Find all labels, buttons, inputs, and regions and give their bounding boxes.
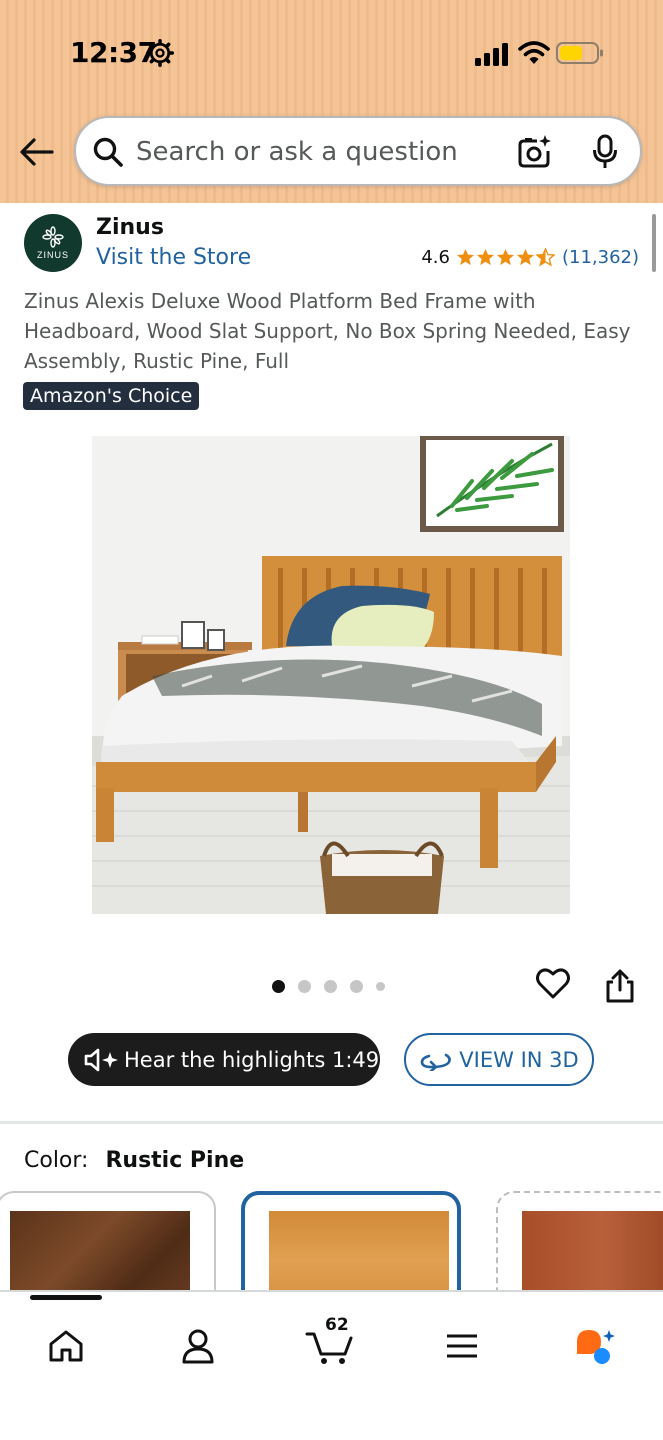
selected-color: Rustic Pine [105,1148,245,1173]
carousel-dot[interactable] [272,980,285,993]
visit-store-link[interactable]: Visit the Store [96,245,251,270]
nav-account[interactable] [168,1320,228,1372]
brand-logo[interactable]: ZINUS [24,214,82,272]
amazons-choice-badge[interactable]: Amazon's Choice [23,382,200,410]
view-in-3d-label: VIEW IN 3D [459,1047,579,1072]
scroll-indicator [652,214,656,272]
star-full-icon [456,248,475,266]
rating-stars [456,248,556,267]
battery-icon [556,42,603,64]
image-carousel-dots[interactable] [272,980,398,993]
audio-sparkle-icon [84,1048,118,1071]
home-icon [49,1330,83,1362]
rotate-3d-icon [420,1053,452,1071]
carousel-dot[interactable] [298,980,311,993]
color-label: Color: [24,1148,89,1173]
section-divider [0,1121,663,1124]
product-image[interactable] [92,436,570,914]
search-icon [93,137,123,167]
bottom-navigation: 62 [0,1290,663,1440]
search-input[interactable] [136,132,496,172]
nav-rufus-assistant[interactable] [562,1320,622,1372]
cart-count-badge: 62 [325,1315,349,1335]
brand-name[interactable]: Zinus [96,215,164,240]
share-icon[interactable] [604,968,636,1004]
color-selector-header: Color: Rustic Pine [24,1148,244,1173]
hear-highlights-label: Hear the highlights 1:49 [124,1047,380,1072]
star-full-icon [496,248,515,266]
rating-value: 4.6 [421,247,450,268]
nav-menu[interactable] [432,1320,492,1372]
header: 12:37 [0,0,663,203]
rating[interactable]: 4.6 (11,362) [421,247,639,268]
search-bar[interactable] [74,116,642,186]
star-half-icon [535,248,555,267]
ai-assistant-icon [577,1330,615,1364]
back-arrow-icon[interactable] [18,134,56,170]
user-icon [182,1329,214,1364]
menu-icon [447,1334,477,1358]
gear-icon [146,39,174,67]
camera-search-icon[interactable] [516,134,552,170]
product-title: Zinus Alexis Deluxe Wood Platform Bed Fr… [24,289,631,373]
hear-highlights-button[interactable]: Hear the highlights 1:49 [68,1033,380,1086]
microphone-icon[interactable] [592,134,618,170]
star-full-icon [516,248,535,266]
brand-logo-text: ZINUS [37,250,69,260]
rating-count-link[interactable]: (11,362) [562,247,639,268]
status-time: 12:37 [70,36,157,69]
nav-home[interactable] [36,1320,96,1372]
carousel-dot[interactable] [324,980,337,993]
carousel-dot[interactable] [350,980,363,993]
zinus-leaf-icon [42,226,64,248]
cellular-signal-icon [475,43,508,66]
heart-icon[interactable] [535,966,571,1002]
view-in-3d-button[interactable]: VIEW IN 3D [404,1033,594,1086]
carousel-dot[interactable] [376,982,385,991]
active-tab-indicator [30,1295,102,1300]
wifi-icon [518,41,550,64]
star-full-icon [476,248,495,266]
